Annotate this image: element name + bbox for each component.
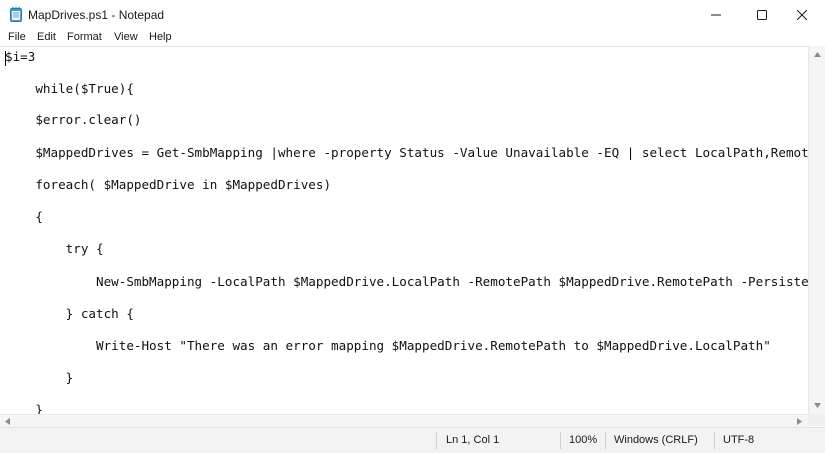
scrollbar-corner [808, 414, 825, 426]
status-bar: Ln 1, Col 1 100% Windows (CRLF) UTF-8 [0, 427, 825, 453]
status-divider [714, 432, 715, 449]
code-line: Write-Host "There was an error mapping $… [5, 338, 771, 353]
code-line: } [5, 370, 74, 385]
menu-edit[interactable]: Edit [37, 31, 56, 43]
status-divider [436, 432, 437, 449]
menu-bar: File Edit Format View Help [0, 29, 825, 47]
code-line: while($True){ [5, 81, 134, 96]
close-icon [797, 10, 807, 20]
zoom-level: 100% [569, 434, 598, 446]
maximize-icon [757, 10, 767, 20]
scroll-up-icon[interactable] [814, 52, 821, 57]
code-line: } catch { [5, 306, 134, 321]
notepad-icon [10, 7, 22, 22]
code-line: try { [5, 241, 104, 256]
status-divider [605, 432, 606, 449]
vertical-scrollbar[interactable] [808, 46, 825, 414]
scroll-right-icon[interactable] [797, 418, 802, 425]
code-line: New-SmbMapping -LocalPath $MappedDrive.L… [5, 274, 808, 289]
code-line: foreach( $MappedDrive in $MappedDrives) [5, 177, 332, 192]
minimize-icon [711, 14, 721, 16]
file-encoding: UTF-8 [723, 434, 755, 446]
line-ending: Windows (CRLF) [614, 434, 698, 446]
minimize-button[interactable] [693, 0, 739, 30]
close-button[interactable] [779, 0, 825, 30]
title-bar[interactable]: MapDrives.ps1 - Notepad [0, 0, 825, 30]
menu-format[interactable]: Format [67, 31, 102, 43]
code-line: $i=3 [5, 49, 36, 64]
window-title: MapDrives.ps1 - Notepad [28, 8, 165, 22]
scroll-left-icon[interactable] [5, 418, 10, 425]
menu-file[interactable]: File [8, 31, 26, 43]
code-line: { [5, 209, 43, 224]
menu-view[interactable]: View [114, 31, 138, 43]
scroll-down-icon[interactable] [814, 403, 821, 408]
status-divider [560, 432, 561, 449]
cursor-position: Ln 1, Col 1 [446, 434, 500, 446]
code-line: $error.clear() [5, 112, 142, 127]
horizontal-scrollbar[interactable] [0, 414, 808, 427]
text-editor[interactable]: $i=3 while($True){ $error.clear() $Mappe… [0, 46, 808, 415]
menu-help[interactable]: Help [149, 31, 172, 43]
code-line: $MappedDrives = Get-SmbMapping |where -p… [5, 145, 808, 160]
